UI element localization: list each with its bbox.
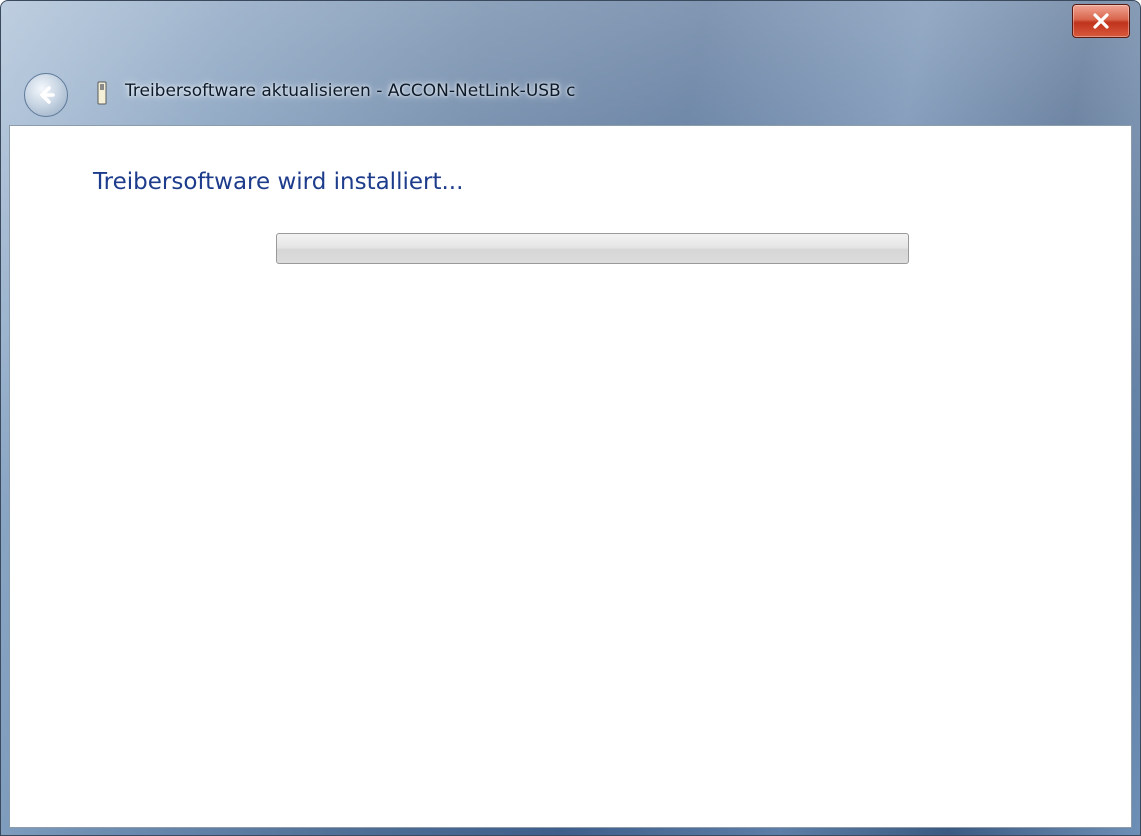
close-button[interactable] bbox=[1072, 4, 1130, 38]
content-panel: Treibersoftware wird installiert... bbox=[9, 125, 1132, 828]
window-title: Treibersoftware aktualisieren - ACCON-Ne… bbox=[125, 81, 576, 101]
usb-device-icon bbox=[97, 81, 107, 105]
back-button[interactable] bbox=[24, 73, 68, 117]
title-bar[interactable]: Treibersoftware aktualisieren - ACCON-Ne… bbox=[1, 1, 1140, 125]
progress-bar bbox=[276, 233, 909, 264]
dialog-window: Treibersoftware aktualisieren - ACCON-Ne… bbox=[0, 0, 1141, 836]
close-icon bbox=[1093, 13, 1109, 29]
back-arrow-icon bbox=[40, 86, 55, 104]
page-heading: Treibersoftware wird installiert... bbox=[93, 169, 464, 195]
